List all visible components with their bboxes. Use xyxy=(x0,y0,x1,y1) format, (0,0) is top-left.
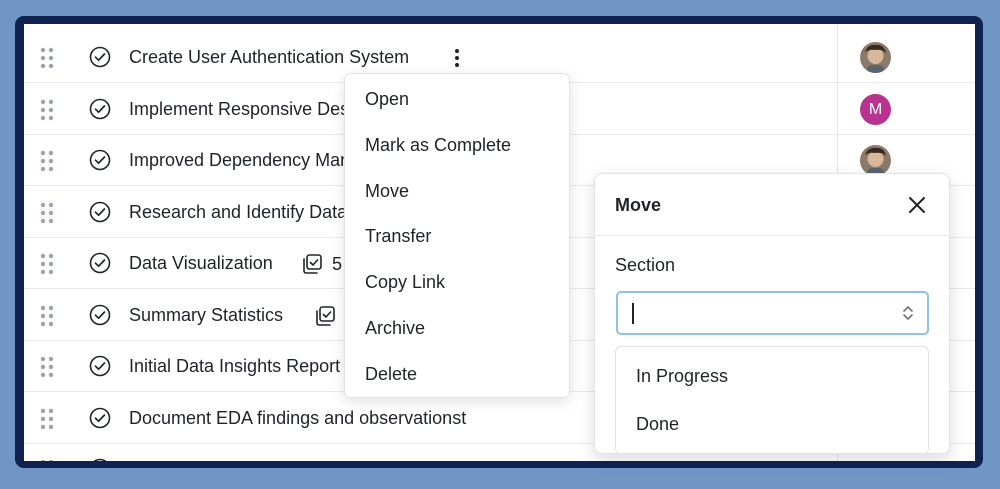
check-circle-icon[interactable] xyxy=(89,149,111,171)
subtask-icon xyxy=(303,254,322,274)
dialog-divider xyxy=(595,235,949,236)
drag-handle-icon[interactable] xyxy=(40,253,54,275)
dialog-title: Move xyxy=(615,195,662,215)
task-title[interactable]: Create User Authentication System xyxy=(129,46,409,68)
drag-handle-icon[interactable] xyxy=(40,202,54,224)
check-circle-icon[interactable] xyxy=(89,201,111,223)
task-title[interactable]: Document EDA findings and observationst xyxy=(129,407,466,429)
avatar[interactable]: M xyxy=(860,93,891,125)
drag-handle-icon[interactable] xyxy=(40,150,54,172)
subtask-count[interactable] xyxy=(313,304,345,328)
option-done[interactable]: Done xyxy=(636,413,679,435)
task-context-menu: Open Mark as Complete Move Transfer Copy… xyxy=(344,73,570,398)
chevron-up-down-icon xyxy=(903,306,913,320)
avatar[interactable] xyxy=(860,42,891,73)
subtask-count-value: 5 xyxy=(332,254,343,274)
task-title[interactable]: Initial Data Insights Report xyxy=(129,355,340,377)
check-circle-icon[interactable] xyxy=(89,458,111,461)
drag-handle-icon[interactable] xyxy=(40,99,54,121)
move-dialog: Move Section In Progress Done xyxy=(594,173,950,454)
task-title[interactable]: Summarize key findings xyxy=(129,458,320,461)
menu-item-transfer[interactable]: Transfer xyxy=(365,225,431,247)
drag-handle-icon[interactable] xyxy=(40,356,54,378)
check-circle-icon[interactable] xyxy=(89,355,111,377)
drag-handle-icon[interactable] xyxy=(40,305,54,327)
avatar[interactable] xyxy=(860,145,891,176)
drag-handle-icon[interactable] xyxy=(40,408,54,430)
task-title[interactable]: Data Visualization xyxy=(129,252,273,274)
menu-item-archive[interactable]: Archive xyxy=(365,317,425,339)
check-circle-icon[interactable] xyxy=(89,98,111,120)
subtask-count[interactable]: 5 xyxy=(300,252,342,276)
menu-item-mark-complete[interactable]: Mark as Complete xyxy=(365,134,511,156)
check-circle-icon[interactable] xyxy=(89,46,111,68)
close-icon[interactable] xyxy=(905,193,929,217)
section-label: Section xyxy=(615,255,676,275)
menu-item-delete[interactable]: Delete xyxy=(365,363,417,385)
menu-item-copy-link[interactable]: Copy Link xyxy=(365,271,445,293)
task-title[interactable]: Implement Responsive Design xyxy=(129,98,373,120)
menu-item-open[interactable]: Open xyxy=(365,88,409,110)
task-title[interactable]: Summary Statistics xyxy=(129,304,283,326)
section-options-list: In Progress Done xyxy=(615,346,929,454)
option-in-progress[interactable]: In Progress xyxy=(636,365,728,387)
drag-handle-icon[interactable] xyxy=(40,459,54,461)
check-circle-icon[interactable] xyxy=(89,407,111,429)
section-select[interactable] xyxy=(616,291,929,335)
check-circle-icon[interactable] xyxy=(89,304,111,326)
menu-item-move[interactable]: Move xyxy=(365,180,409,202)
more-vertical-icon[interactable] xyxy=(447,46,467,70)
subtask-icon xyxy=(316,305,335,326)
check-circle-icon[interactable] xyxy=(89,252,111,274)
text-caret xyxy=(632,303,634,324)
drag-handle-icon[interactable] xyxy=(40,47,54,69)
